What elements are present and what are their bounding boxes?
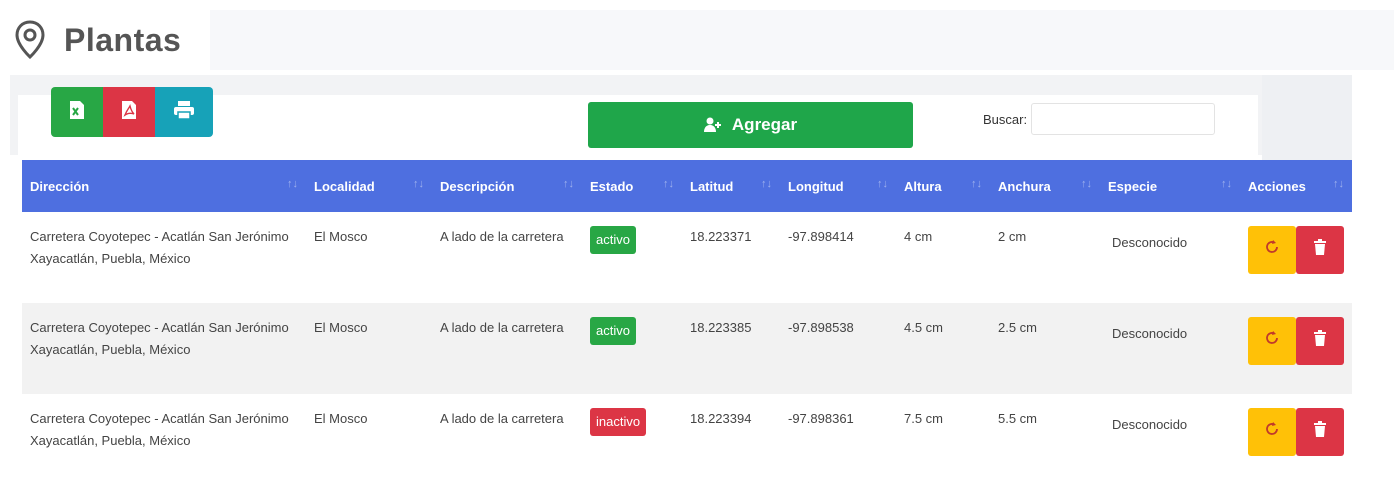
delete-button[interactable] [1296,226,1344,274]
refresh-icon [1265,330,1279,352]
status-badge: inactivo [590,408,647,436]
cell-anchura: 5.5 cm [998,411,1038,426]
excel-export-button[interactable] [51,87,103,137]
cell-longitud: -97.898361 [788,411,854,426]
add-button[interactable]: Agregar [588,102,913,148]
trash-icon [1313,420,1327,444]
user-plus-icon [703,117,722,133]
cell-especie: Desconocido [1112,235,1188,250]
file-excel-icon [69,100,85,125]
cell-acciones [1240,394,1352,485]
column-header-altura[interactable]: Altura ↑↓ [896,160,990,212]
cell-localidad: El Mosco [314,411,368,426]
sort-icon: ↑↓ [1333,178,1344,190]
table-row: Carretera Coyotepec - Acatlán San Jeróni… [22,303,1352,394]
delete-button[interactable] [1296,408,1344,456]
column-header-localidad[interactable]: Localidad ↑↓ [306,160,432,212]
cell-longitud: -97.898414 [788,229,854,244]
column-header-direccion[interactable]: Dirección ↑↓ [22,160,306,212]
file-pdf-icon [121,100,137,125]
cell-descripcion: A lado de la carretera [440,411,564,426]
column-header-latitud[interactable]: Latitud ↑↓ [682,160,780,212]
search-label: Buscar: [983,111,1028,127]
cell-altura: 4 cm [904,229,933,244]
search-box: Buscar: [983,103,1216,135]
sort-icon: ↑↓ [761,178,772,190]
cell-altura: 4.5 cm [904,320,944,335]
search-input[interactable] [1031,103,1216,135]
cell-direccion: Carretera Coyotepec - Acatlán San Jeróni… [30,411,289,448]
pdf-export-button[interactable] [103,87,155,137]
sort-icon: ↑↓ [287,178,298,190]
cell-anchura: 2 cm [998,229,1027,244]
header-band [210,10,1394,70]
cell-especie: Desconocido [1112,417,1188,432]
sort-icon: ↑↓ [877,178,888,190]
cell-estado: activo [582,212,682,303]
cell-direccion: Carretera Coyotepec - Acatlán San Jeróni… [30,229,289,266]
page-header: Plantas [14,20,181,60]
toolbar-right-shade [1262,75,1352,160]
cell-direccion: Carretera Coyotepec - Acatlán San Jeróni… [30,320,289,357]
column-header-longitud[interactable]: Longitud ↑↓ [780,160,896,212]
sort-icon: ↑↓ [1221,178,1232,190]
status-badge: activo [590,317,636,345]
refresh-button[interactable] [1248,408,1296,456]
refresh-button[interactable] [1248,317,1296,365]
trash-icon [1313,329,1327,353]
table-row: Carretera Coyotepec - Acatlán San Jeróni… [22,394,1352,485]
page-title: Plantas [64,21,182,58]
table-row: Carretera Coyotepec - Acatlán San Jeróni… [22,212,1352,303]
delete-button[interactable] [1296,317,1344,365]
cell-especie: Desconocido [1112,326,1188,341]
column-header-especie[interactable]: Especie ↑↓ [1100,160,1240,212]
cell-descripcion: A lado de la carretera [440,320,564,335]
print-icon [173,100,195,125]
column-header-descripcion[interactable]: Descripción ↑↓ [432,160,582,212]
cell-latitud: 18.223371 [690,229,752,244]
trash-icon [1313,238,1327,262]
print-button[interactable] [155,87,213,137]
cell-acciones [1240,212,1352,303]
sort-icon: ↑↓ [1081,178,1092,190]
sort-icon: ↑↓ [413,178,424,190]
column-header-estado[interactable]: Estado ↑↓ [582,160,682,212]
status-badge: activo [590,226,636,254]
refresh-icon [1265,239,1279,261]
cell-latitud: 18.223385 [690,320,752,335]
sort-icon: ↑↓ [971,178,982,190]
sort-icon: ↑↓ [663,178,674,190]
refresh-button[interactable] [1248,226,1296,274]
plants-table: Dirección ↑↓ Localidad ↑↓ Descripción ↑↓ Es… [22,160,1352,485]
export-button-group [51,87,213,137]
cell-descripcion: A lado de la carretera [440,229,564,244]
cell-longitud: -97.898538 [788,320,854,335]
cell-anchura: 2.5 cm [998,320,1038,335]
sort-icon: ↑↓ [563,178,574,190]
cell-localidad: El Mosco [314,320,368,335]
cell-estado: inactivo [582,394,682,485]
add-button-label: Agregar [731,115,798,134]
refresh-icon [1265,421,1279,443]
map-pin-icon [14,20,46,60]
table-header-row: Dirección ↑↓ Localidad ↑↓ Descripción ↑↓ Es… [22,160,1352,212]
column-header-anchura[interactable]: Anchura ↑↓ [990,160,1100,212]
cell-latitud: 18.223394 [690,411,752,426]
cell-altura: 7.5 cm [904,411,944,426]
column-header-acciones[interactable]: Acciones ↑↓ [1240,160,1352,212]
cell-localidad: El Mosco [314,229,368,244]
cell-estado: activo [582,303,682,394]
cell-acciones [1240,303,1352,394]
